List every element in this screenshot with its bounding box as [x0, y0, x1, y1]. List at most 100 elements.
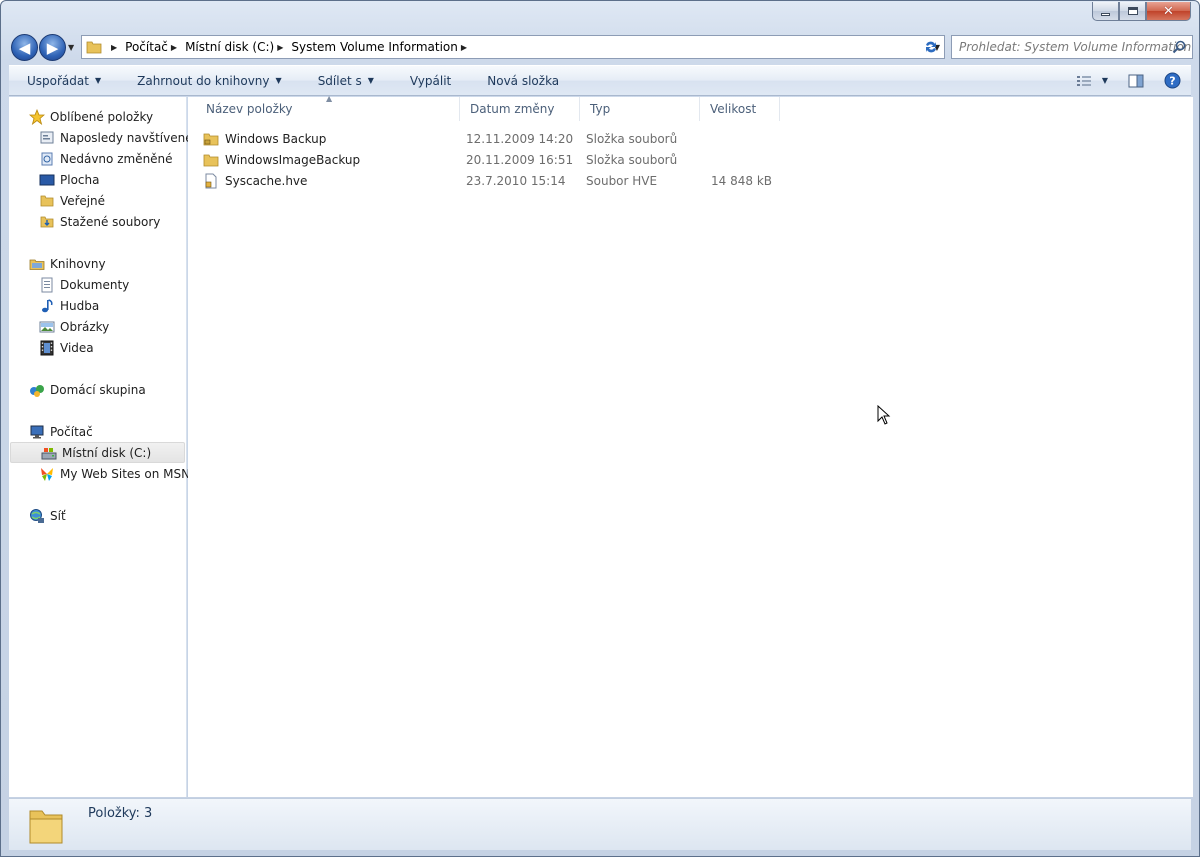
recently-changed-icon — [39, 151, 55, 167]
navigation-pane: Oblíbené položky Naposledy navštívené Ne… — [9, 97, 193, 797]
nav-recently-changed[interactable]: Nedávno změněné — [9, 148, 173, 169]
burn-button[interactable]: Vypálit — [392, 66, 469, 95]
column-header-date-modified[interactable]: Datum změny — [460, 97, 580, 121]
nav-homegroup[interactable]: Domácí skupina — [9, 379, 146, 400]
pictures-icon — [39, 319, 55, 335]
recent-places-icon — [39, 130, 55, 146]
chevron-down-icon[interactable]: ▼ — [1102, 76, 1108, 85]
caption-buttons: ✕ — [1092, 2, 1191, 22]
nav-favorites[interactable]: Oblíbené položky — [9, 106, 153, 127]
locked-file-icon — [205, 173, 217, 188]
table-row[interactable]: Windows Backup 12.11.2009 14:20 Složka s… — [198, 128, 778, 149]
nav-desktop[interactable]: Plocha — [9, 169, 99, 190]
include-in-library-button[interactable]: Zahrnout do knihovny ▼ — [119, 66, 300, 95]
msn-butterfly-icon — [39, 466, 55, 482]
minimize-icon — [1101, 12, 1110, 16]
size-cell — [706, 149, 772, 170]
date-modified-cell: 20.11.2009 16:51 — [466, 152, 574, 167]
nav-music[interactable]: Hudba — [9, 295, 99, 316]
new-folder-button[interactable]: Nová složka — [469, 66, 577, 95]
type-cell: Složka souborů — [586, 152, 678, 167]
explorer-window: ✕ ◀ ▶ ▼ ▶ Počítač ▶ Místní disk (C:) ▶ Sys… — [0, 0, 1200, 857]
music-note-icon — [39, 298, 55, 314]
close-button[interactable]: ✕ — [1146, 2, 1191, 21]
documents-icon — [39, 277, 55, 293]
table-row[interactable]: WindowsImageBackup 20.11.2009 16:51 Slož… — [198, 149, 778, 170]
column-header-size[interactable]: Velikost — [700, 97, 780, 121]
chevron-down-icon: ▼ — [367, 76, 374, 85]
date-modified-cell: 23.7.2010 15:14 — [466, 173, 566, 188]
computer-icon — [29, 424, 45, 440]
nav-recent-places[interactable]: Naposledy navštívené — [9, 127, 193, 148]
item-count: Položky: 3 — [88, 806, 153, 821]
close-icon: ✕ — [1163, 3, 1174, 19]
address-bar[interactable]: ▶ Počítač ▶ Místní disk (C:) ▶ System Volu… — [81, 35, 945, 59]
breadcrumb-root-arrow[interactable]: ▶ — [108, 43, 125, 52]
nav-videos[interactable]: Videa — [9, 337, 94, 358]
table-row[interactable]: Syscache.hve 23.7.2010 15:14 Soubor HVE … — [198, 170, 778, 191]
preview-pane-icon — [1128, 74, 1144, 87]
size-cell — [706, 128, 772, 149]
column-header-name[interactable]: ▲ Název položky — [196, 94, 460, 121]
nav-libraries[interactable]: Knihovny — [9, 253, 106, 274]
change-view-button[interactable]: ▼ — [1076, 74, 1108, 88]
date-modified-cell: 12.11.2009 14:20 — [466, 131, 574, 146]
back-arrow-icon: ◀ — [18, 38, 31, 57]
mouse-pointer-icon — [877, 405, 891, 425]
breadcrumb-system-volume-information[interactable]: System Volume Information ▶ — [291, 40, 475, 54]
file-name-cell: Windows Backup — [203, 128, 326, 149]
command-bar: Uspořádat ▼ Zahrnout do knihovny ▼ Sdílet … — [9, 65, 1191, 96]
star-icon — [29, 108, 45, 125]
refresh-button[interactable] — [919, 35, 943, 59]
chevron-down-icon: ▼ — [275, 76, 282, 85]
locked-folder-icon — [203, 133, 219, 145]
maximize-icon — [1127, 7, 1138, 15]
local-disk-icon — [41, 445, 57, 461]
share-with-button[interactable]: Sdílet s ▼ — [300, 66, 392, 95]
nav-local-disk[interactable]: Místní disk (C:) — [10, 442, 185, 463]
type-cell: Složka souborů — [586, 131, 678, 146]
folder-icon — [86, 41, 102, 54]
size-cell: 14 848 kB — [711, 173, 772, 188]
folder-icon — [203, 154, 219, 166]
help-button[interactable]: ? — [1164, 72, 1181, 89]
forward-button[interactable]: ▶ — [39, 34, 66, 61]
nav-network[interactable]: Síť — [9, 505, 66, 526]
organize-menu-button[interactable]: Uspořádat ▼ — [9, 66, 119, 95]
refresh-icon — [926, 41, 936, 53]
nav-computer[interactable]: Počítač — [9, 421, 93, 442]
breadcrumb-computer[interactable]: Počítač ▶ — [125, 40, 185, 54]
view-details-icon — [1076, 75, 1091, 86]
recent-pages-dropdown[interactable]: ▼ — [68, 43, 74, 52]
preview-pane-button[interactable] — [1128, 74, 1144, 88]
videos-icon — [39, 340, 55, 356]
search-icon[interactable] — [1172, 40, 1186, 54]
nav-pictures[interactable]: Obrázky — [9, 316, 109, 337]
nav-public[interactable]: Veřejné — [9, 190, 105, 211]
column-header-type[interactable]: Typ — [580, 97, 700, 121]
downloads-folder-icon — [39, 214, 55, 230]
nav-documents[interactable]: Dokumenty — [9, 274, 129, 295]
forward-arrow-icon: ▶ — [46, 38, 59, 57]
homegroup-icon — [29, 382, 45, 398]
large-folder-icon — [29, 810, 63, 844]
network-icon — [29, 508, 45, 524]
help-icon: ? — [1164, 72, 1181, 89]
file-list-view: ▲ Název položky Datum změny Typ Velikost… — [188, 94, 1193, 797]
chevron-down-icon: ▼ — [94, 76, 102, 85]
details-pane: Položky: 3 — [9, 798, 1191, 850]
nav-downloads[interactable]: Stažené soubory — [9, 211, 160, 232]
navigation-row: ◀ ▶ ▼ ▶ Počítač ▶ Místní disk (C:) ▶ Syste… — [9, 31, 1193, 63]
type-cell: Soubor HVE — [586, 173, 658, 188]
minimize-button[interactable] — [1092, 2, 1119, 21]
desktop-icon — [39, 172, 55, 188]
file-name-cell: WindowsImageBackup — [203, 149, 360, 170]
libraries-icon — [29, 256, 45, 272]
search-input[interactable]: Prohledat: System Volume Information — [951, 35, 1193, 59]
file-name-cell: Syscache.hve — [203, 170, 307, 191]
maximize-button[interactable] — [1119, 2, 1146, 21]
breadcrumb-local-disk[interactable]: Místní disk (C:) ▶ — [185, 40, 291, 54]
svg-text:?: ? — [1169, 75, 1175, 88]
back-button[interactable]: ◀ — [11, 34, 38, 61]
nav-my-web-sites[interactable]: My Web Sites on MSN — [9, 463, 190, 484]
